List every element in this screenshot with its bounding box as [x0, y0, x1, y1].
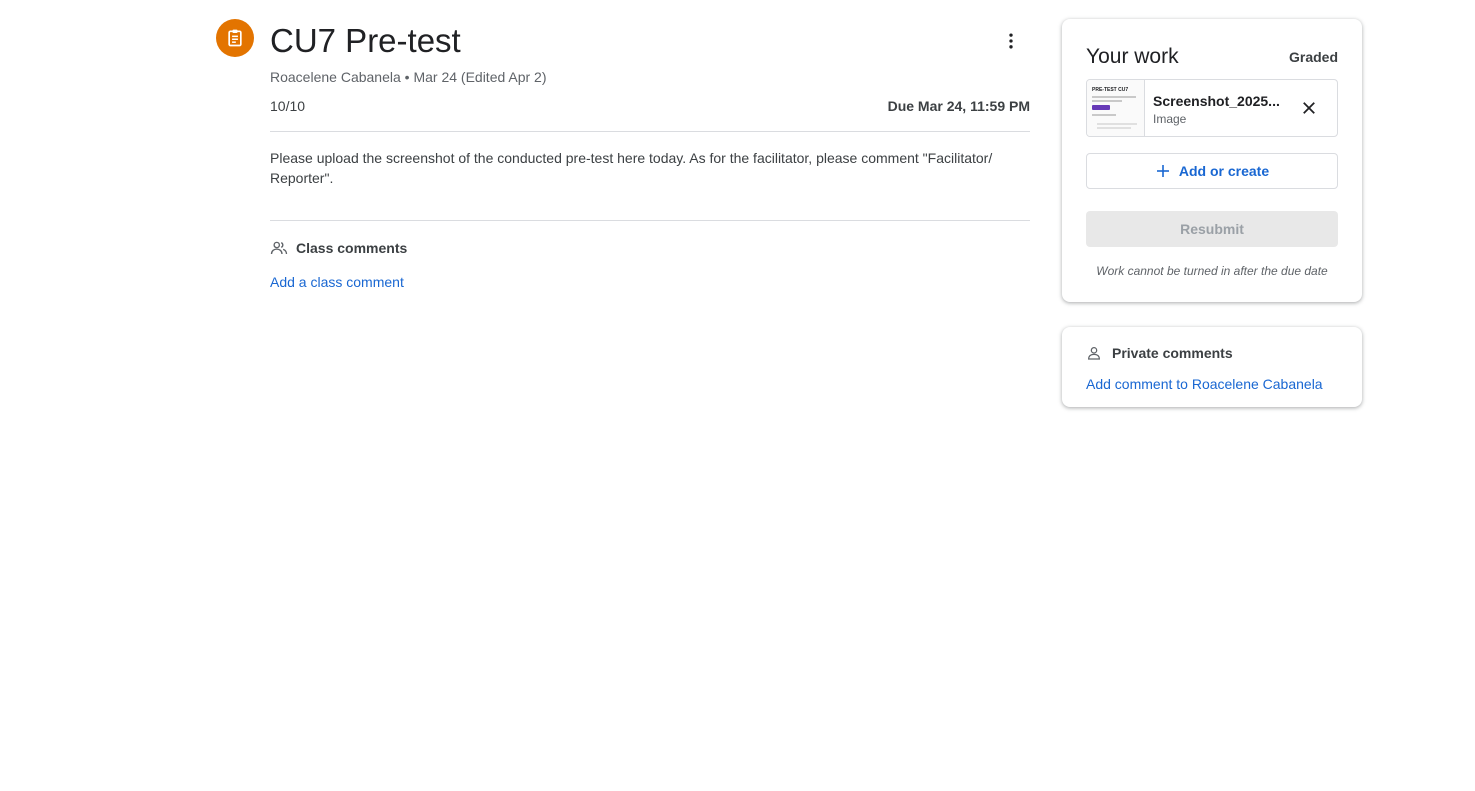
work-note: Work cannot be turned in after the due d…: [1096, 264, 1328, 278]
private-comments-label: Private comments: [1112, 345, 1233, 361]
attachment-name[interactable]: Screenshot_2025...: [1153, 92, 1293, 110]
attachment-type: Image: [1153, 112, 1187, 126]
person-icon: [1088, 347, 1100, 360]
add-or-create-label: Add or create: [1178, 163, 1270, 179]
close-icon: [1303, 102, 1315, 114]
class-comments-header: Class comments: [270, 239, 407, 257]
add-or-create-button[interactable]: Add or create: [1086, 153, 1338, 189]
divider: [270, 131, 1030, 132]
work-status-badge: Graded: [1288, 49, 1338, 65]
plus-icon: [1156, 165, 1169, 177]
attachment-item[interactable]: PRE-TEST CU7 Screenshot_2025... Image: [1086, 79, 1338, 137]
private-comments-card: Private comments Add comment to Roacelen…: [1062, 327, 1362, 407]
remove-attachment-button[interactable]: [1295, 94, 1323, 122]
attachment-thumbnail[interactable]: PRE-TEST CU7: [1087, 80, 1145, 136]
resubmit-button[interactable]: Resubmit: [1086, 211, 1338, 247]
assignment-byline: Roacelene Cabanela • Mar 24 (Edited Apr …: [270, 69, 547, 85]
more-options-button[interactable]: [995, 25, 1027, 57]
more-vert-icon: [1009, 33, 1013, 49]
private-comments-header: Private comments: [1086, 344, 1233, 362]
people-icon: [270, 241, 288, 255]
assignment-points: 10/10: [270, 98, 306, 114]
assignment-due-date: Due Mar 24, 11:59 PM: [887, 98, 1030, 114]
assignment-instructions: Please upload the screenshot of the cond…: [270, 150, 993, 186]
add-class-comment-link[interactable]: Add a class comment: [270, 273, 404, 291]
class-comments-label: Class comments: [296, 240, 408, 256]
thumbnail-title: PRE-TEST CU7: [1092, 87, 1129, 93]
add-private-comment-link[interactable]: Add comment to Roacelene Cabanela: [1086, 375, 1323, 393]
your-work-card: Your work Graded PRE-TEST CU7 Screenshot…: [1062, 19, 1362, 302]
assignment-icon: [216, 19, 254, 57]
your-work-title: Your work: [1086, 45, 1179, 68]
assignment-title: CU7 Pre-test: [270, 22, 461, 59]
divider: [270, 220, 1030, 221]
